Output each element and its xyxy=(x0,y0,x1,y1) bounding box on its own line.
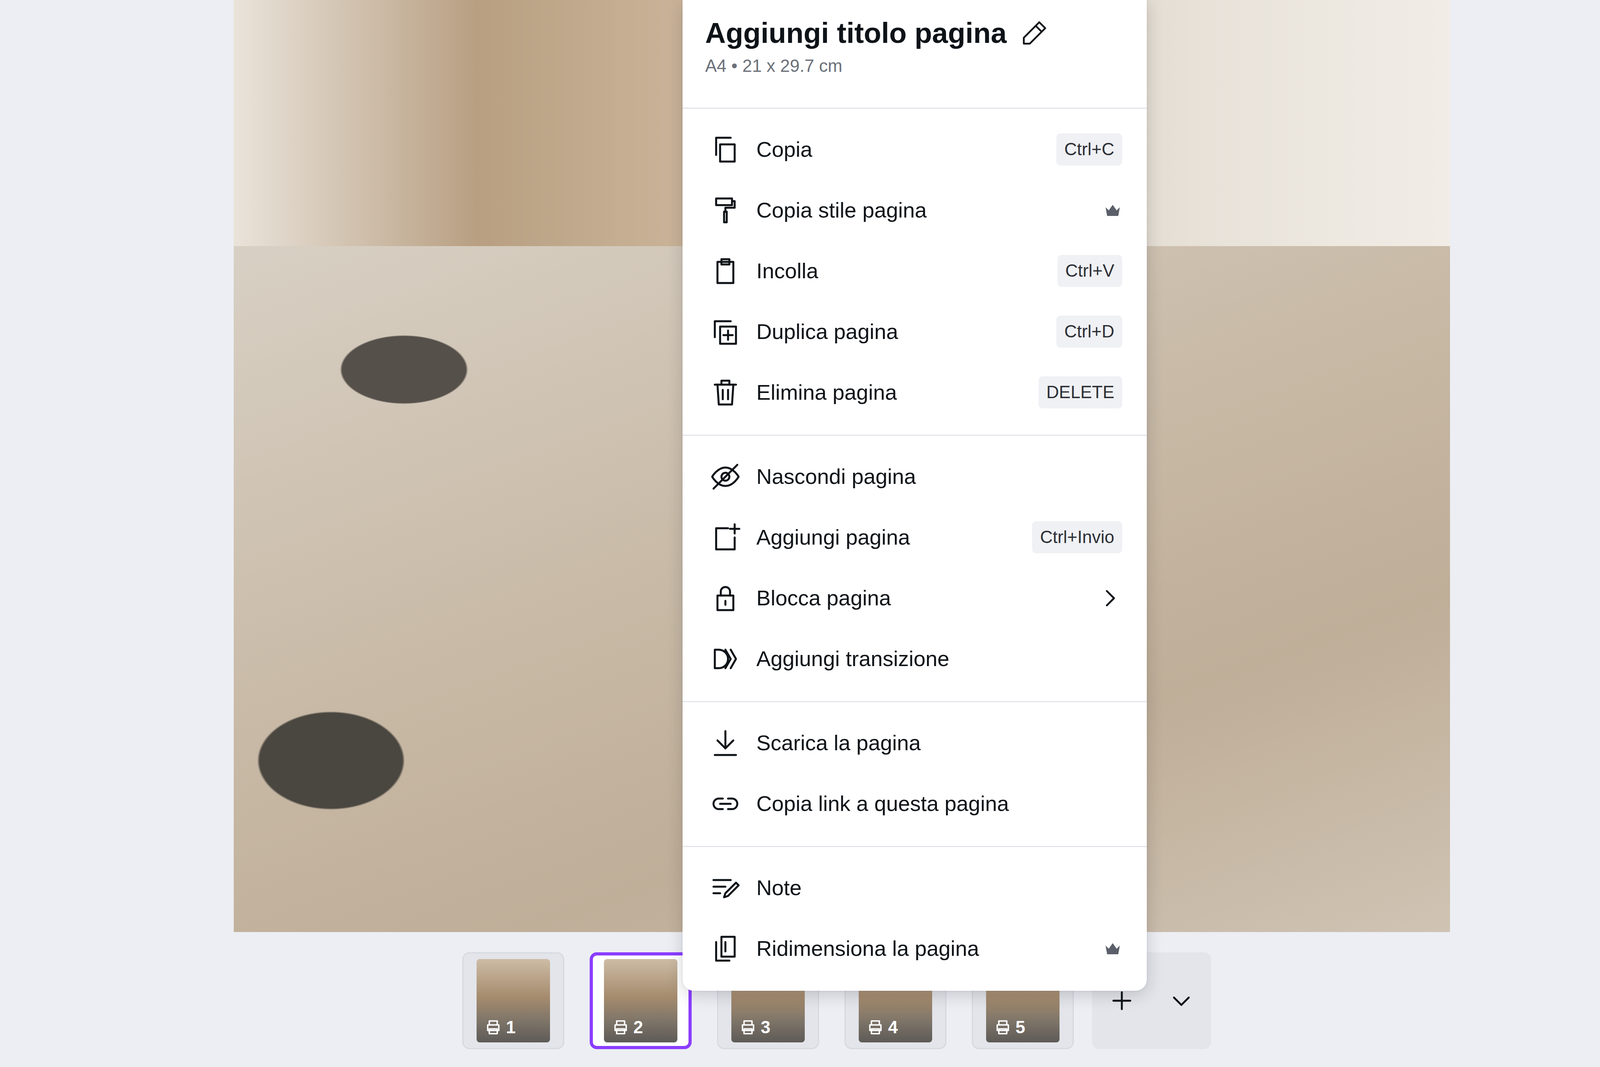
menu-group: NoteRidimensiona la pagina xyxy=(682,846,1147,991)
menu-group: Scarica la paginaCopia link a questa pag… xyxy=(682,701,1147,847)
page-context-menu: Aggiungi titolo pagina A4 • 21 x 29.7 cm C… xyxy=(682,0,1147,991)
pencil-icon[interactable] xyxy=(1020,18,1049,48)
plus-icon[interactable] xyxy=(1109,987,1135,1014)
shortcut-badge: Ctrl+Invio xyxy=(1032,521,1123,553)
page-number: 2 xyxy=(611,1017,643,1037)
page-thumbnail[interactable]: 1 xyxy=(462,951,565,1049)
menu-item-icon xyxy=(709,255,742,287)
menu-item[interactable]: Blocca pagina xyxy=(682,567,1147,629)
page-number: 3 xyxy=(738,1017,771,1037)
menu-item[interactable]: Ridimensiona la pagina xyxy=(682,917,1147,979)
menu-item[interactable]: Aggiungi transizione xyxy=(682,628,1147,689)
menu-item-icon xyxy=(709,315,742,348)
menu-item[interactable]: Elimina paginaDELETE xyxy=(682,361,1147,423)
page-number: 5 xyxy=(993,1017,1025,1037)
menu-item[interactable]: Duplica paginaCtrl+D xyxy=(682,301,1147,362)
menu-item[interactable]: Copia link a questa pagina xyxy=(682,773,1147,834)
menu-item-icon xyxy=(709,376,742,409)
menu-item-icon xyxy=(709,642,742,675)
menu-item-icon xyxy=(709,194,742,227)
menu-item[interactable]: IncollaCtrl+V xyxy=(682,240,1147,302)
shortcut-badge: Ctrl+C xyxy=(1056,133,1123,166)
menu-item[interactable]: Aggiungi paginaCtrl+Invio xyxy=(682,506,1147,568)
chevron-right-icon xyxy=(1097,585,1123,611)
menu-item-icon xyxy=(709,871,742,904)
page-title[interactable]: Aggiungi titolo pagina xyxy=(705,15,1007,50)
menu-group: Nascondi paginaAggiungi paginaCtrl+Invio… xyxy=(682,435,1147,702)
menu-header: Aggiungi titolo pagina A4 • 21 x 29.7 cm xyxy=(682,0,1147,109)
menu-item-icon xyxy=(709,932,742,965)
menu-group: CopiaCtrl+CCopia stile paginaIncollaCtrl… xyxy=(682,108,1147,436)
chevron-down-icon[interactable] xyxy=(1168,987,1195,1014)
menu-item-icon xyxy=(709,582,742,614)
menu-item[interactable]: Nascondi pagina xyxy=(682,446,1147,507)
shortcut-badge: Ctrl+D xyxy=(1056,315,1123,348)
print-icon xyxy=(993,1017,1013,1037)
shortcut-badge: DELETE xyxy=(1038,376,1123,408)
print-icon xyxy=(865,1017,885,1037)
menu-item-icon xyxy=(709,460,742,493)
canva-editor: 1 2 3 4 5 Aggiungi titolo pagina A4 • 21 x 29.… xyxy=(0,0,1600,1067)
crown-icon xyxy=(1103,938,1123,958)
print-icon xyxy=(611,1017,631,1037)
menu-item[interactable]: CopiaCtrl+C xyxy=(682,119,1147,180)
page-number: 4 xyxy=(865,1017,898,1037)
menu-item[interactable]: Note xyxy=(682,857,1147,918)
menu-item-icon xyxy=(709,133,742,166)
thumbnail-image: 1 xyxy=(476,958,550,1043)
page-number: 1 xyxy=(483,1017,516,1037)
shortcut-badge: Ctrl+V xyxy=(1057,254,1123,287)
thumbnail-image: 2 xyxy=(603,958,678,1043)
print-icon xyxy=(483,1017,503,1037)
menu-item[interactable]: Scarica la pagina xyxy=(682,712,1147,774)
menu-item-icon xyxy=(709,521,742,554)
page-thumbnail[interactable]: 2 xyxy=(589,951,692,1049)
print-icon xyxy=(738,1017,758,1037)
page-size: A4 • 21 x 29.7 cm xyxy=(705,55,1123,77)
menu-item[interactable]: Copia stile pagina xyxy=(682,179,1147,241)
crown-icon xyxy=(1103,200,1123,220)
menu-item-icon xyxy=(709,726,742,759)
menu-item-icon xyxy=(709,787,742,820)
